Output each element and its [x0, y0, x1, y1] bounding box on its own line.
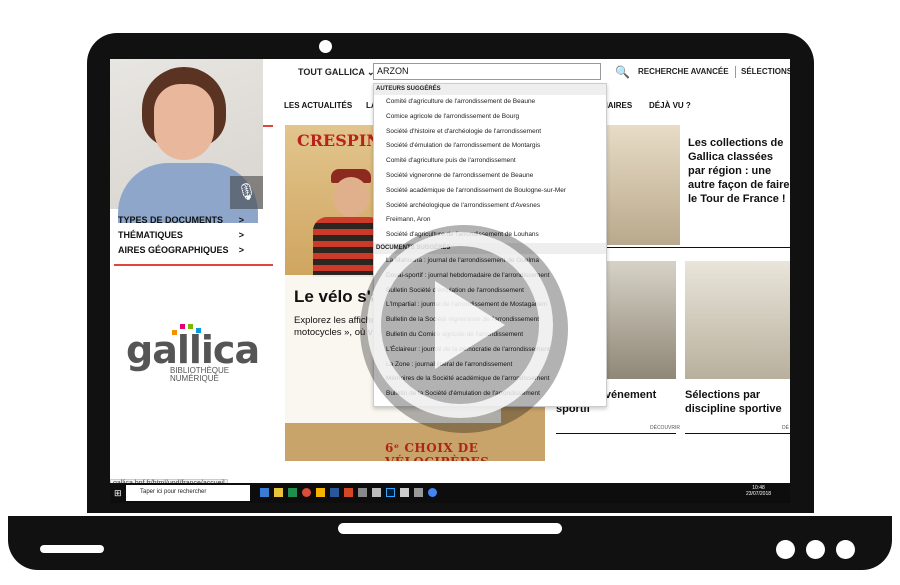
presenter-video: 🎙	[110, 59, 263, 223]
authors-header: AUTEURS SUGGÉRÉS	[374, 84, 606, 95]
laptop-dot	[806, 540, 825, 559]
taskbar-app-icon[interactable]	[316, 488, 325, 497]
windows-taskbar: ⊞ Taper ici pour rechercher 10:48 23/07/…	[110, 483, 790, 503]
taskbar-app-icon[interactable]	[260, 488, 269, 497]
selections-link[interactable]: SÉLECTIONS	[741, 67, 790, 76]
poster-caption: 6ᵉ CHOIX DE VÉLOCIPÈDES	[385, 441, 489, 461]
suggestion-author[interactable]: Comité d'agriculture puis de l'arrondiss…	[374, 154, 606, 169]
search-scope-select[interactable]: TOUT GALLICA ⌄	[298, 67, 375, 78]
suggestion-author[interactable]: Société vigneronne de l'arrondissement d…	[374, 169, 606, 184]
laptop-led-bar	[40, 545, 104, 553]
taskbar-app-icon[interactable]	[302, 488, 311, 497]
taskbar-clock[interactable]: 10:48 23/07/2018	[746, 485, 771, 497]
sidebar-menu: TYPES DE DOCUMENTS > THÉMATIQUES > AIRES…	[118, 213, 244, 258]
clock-date: 23/07/2018	[746, 491, 772, 497]
laptop-notch	[338, 523, 562, 534]
screen: 🎙 TYPES DE DOCUMENTS > THÉMATIQUES > AIR…	[110, 59, 790, 503]
taskbar-search-input[interactable]: Taper ici pour rechercher	[126, 485, 250, 501]
suggestion-author[interactable]: Comice agricole de l'arrondissement de B…	[374, 110, 606, 125]
event-photo[interactable]	[596, 261, 676, 379]
taskbar-app-icon[interactable]	[400, 488, 409, 497]
divider	[685, 433, 790, 434]
windows-start-icon[interactable]: ⊞	[114, 488, 122, 499]
suggestion-author[interactable]: Société d'émulation de l'arrondissement …	[374, 139, 606, 154]
discipline-title[interactable]: Sélections par discipline sportive	[685, 388, 790, 416]
taskbar-app-icon[interactable]	[372, 488, 381, 497]
advanced-search-link[interactable]: RECHERCHE AVANCÉE	[638, 67, 729, 76]
search-icon[interactable]: 🔍	[615, 65, 630, 79]
mic-icon[interactable]: 🎙	[230, 176, 263, 209]
search-input[interactable]: ARZON	[373, 63, 601, 80]
collections-title[interactable]: Les collections de Gallica classées par …	[688, 136, 790, 206]
chevron-right-icon: >	[238, 215, 244, 225]
taskbar-app-icon[interactable]	[358, 488, 367, 497]
nav-actualites[interactable]: LES ACTUALITÉS	[284, 101, 352, 110]
poster-rider-head	[333, 177, 369, 217]
cyclist-illustration[interactable]	[685, 261, 790, 379]
chevron-right-icon: >	[238, 230, 244, 240]
sidebar-item-types[interactable]: TYPES DE DOCUMENTS >	[118, 213, 244, 228]
logo-subtitle: NUMÉRIQUE	[170, 374, 219, 383]
divider	[114, 264, 273, 266]
taskbar-app-icon[interactable]	[386, 488, 395, 497]
taskbar-app-icon[interactable]	[428, 488, 437, 497]
suggestion-author[interactable]: Société archéologique de l'arrondissemen…	[374, 199, 606, 214]
taskbar-app-icon[interactable]	[414, 488, 423, 497]
play-icon[interactable]	[435, 281, 505, 369]
nav-deja-vu[interactable]: DÉJÀ VU ?	[649, 101, 691, 110]
sidebar-item-thematiques[interactable]: THÉMATIQUES >	[118, 228, 244, 243]
taskbar-app-icon[interactable]	[274, 488, 283, 497]
suggestion-author[interactable]: Freimann, Aron	[374, 213, 606, 228]
sidebar-item-label: TYPES DE DOCUMENTS	[118, 215, 224, 225]
discover-link[interactable]: DÉ	[782, 425, 789, 431]
discover-link[interactable]: DÉCOUVRIR	[650, 425, 680, 431]
taskbar-app-icon[interactable]	[330, 488, 339, 497]
divider	[556, 433, 676, 434]
divider	[263, 125, 273, 127]
gallica-logo[interactable]: gallica BIBLIOTHÈQUE NUMÉRIQUE	[126, 324, 260, 394]
suggestion-author[interactable]: Comité d'agriculture de l'arrondissement…	[374, 95, 606, 110]
laptop-dot	[776, 540, 795, 559]
laptop-frame: 🎙 TYPES DE DOCUMENTS > THÉMATIQUES > AIR…	[0, 0, 900, 585]
presenter-face	[154, 84, 214, 160]
chevron-right-icon: >	[238, 245, 244, 255]
sidebar-item-label: AIRES GÉOGRAPHIQUES	[118, 245, 229, 255]
divider	[735, 66, 736, 78]
webcam-icon	[319, 40, 332, 53]
sidebar-item-label: THÉMATIQUES	[118, 230, 183, 240]
taskbar-app-icon[interactable]	[344, 488, 353, 497]
laptop-dot	[836, 540, 855, 559]
suggestion-author[interactable]: Société d'histoire et d'archéologie de l…	[374, 125, 606, 140]
taskbar-app-icon[interactable]	[288, 488, 297, 497]
sidebar-item-aires[interactable]: AIRES GÉOGRAPHIQUES >	[118, 243, 244, 258]
suggestion-author[interactable]: Société académique de l'arrondissement d…	[374, 184, 606, 199]
